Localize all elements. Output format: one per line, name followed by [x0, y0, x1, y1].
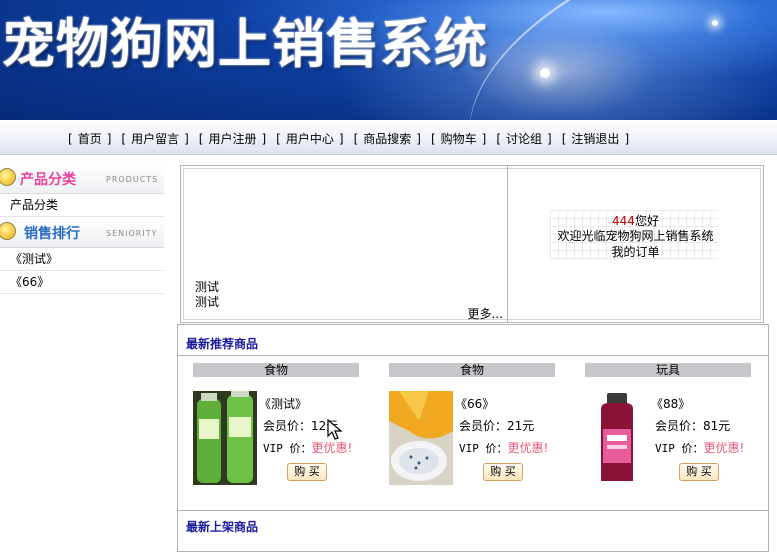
recommended-section: 最新推荐商品 食物 《测试》 会员价：12元 VIP 价：更优惠! 购 买 食物	[177, 324, 769, 512]
banner-sparkle	[712, 20, 718, 26]
product-card: 玩具 《88》 会员价：81元 VIP 价：更优惠! 购 买	[585, 363, 751, 498]
product-card: 食物 《66》 会员价：21元 VIP 价：更优惠! 购 买	[389, 363, 555, 498]
username: 444	[612, 214, 635, 228]
mouse-cursor-icon	[327, 419, 343, 440]
category-icon	[0, 168, 16, 186]
header-banner: 宠物狗网上销售系统	[0, 0, 777, 120]
product-category: 食物	[193, 363, 359, 377]
news-item[interactable]: 测试	[195, 293, 219, 310]
nav-guestbook[interactable]: [用户留言]	[121, 130, 188, 147]
buy-button[interactable]: 购 买	[483, 463, 523, 481]
product-name[interactable]: 《66》	[455, 395, 494, 412]
vip-price: VIP 价：更优惠!	[263, 441, 353, 455]
ranking-subtitle: SENIORITY	[106, 229, 158, 238]
site-title: 宠物狗网上销售系统	[2, 14, 488, 75]
vip-price: VIP 价：更优惠!	[459, 441, 549, 455]
product-image[interactable]	[389, 391, 453, 485]
nav-home[interactable]: [首页]	[68, 130, 111, 147]
banner-sparkle	[540, 68, 550, 78]
member-price: 会员价：21元	[459, 419, 535, 433]
nav-forum[interactable]: [讨论组]	[496, 130, 551, 147]
ranking-header: 销售排行 SENIORITY	[0, 217, 164, 248]
welcome-message: 欢迎光临宠物狗网上销售系统	[557, 229, 714, 243]
product-category: 玩具	[585, 363, 751, 377]
sidebar-item-category[interactable]: 产品分类	[0, 194, 164, 217]
product-category: 食物	[389, 363, 555, 377]
divider	[178, 355, 768, 356]
buy-button[interactable]: 购 买	[287, 463, 327, 481]
news-box: 测试 测试 更多...	[181, 166, 508, 322]
buy-button[interactable]: 购 买	[679, 463, 719, 481]
ranking-icon	[0, 222, 16, 240]
product-image[interactable]	[585, 391, 649, 485]
newest-section: 最新上架商品	[177, 510, 769, 552]
section-title: 最新推荐商品	[186, 337, 259, 351]
main-nav: [首页] [用户留言] [用户注册] [用户中心] [商品搜索] [购物车] […	[0, 120, 777, 155]
product-name[interactable]: 《88》	[651, 395, 690, 412]
category-header: 产品分类 PRODUCTS	[0, 163, 164, 194]
top-panel: 测试 测试 更多... 444您好 欢迎光临宠物狗网上销售系统 我的订单	[180, 165, 764, 323]
ranking-item[interactable]: 《测试》	[0, 248, 164, 271]
welcome-box: 444您好 欢迎光临宠物狗网上销售系统 我的订单	[508, 166, 763, 322]
category-title: 产品分类	[20, 172, 76, 188]
product-name[interactable]: 《测试》	[259, 395, 307, 412]
sidebar: 产品分类 PRODUCTS 产品分类 销售排行 SENIORITY 《测试》 《…	[0, 163, 164, 294]
nav-user-center[interactable]: [用户中心]	[276, 130, 343, 147]
ranking-title: 销售排行	[24, 226, 80, 242]
product-image[interactable]	[193, 391, 257, 485]
nav-register[interactable]: [用户注册]	[199, 130, 266, 147]
section-title: 最新上架商品	[186, 520, 259, 534]
nav-cart[interactable]: [购物车]	[431, 130, 486, 147]
vip-price: VIP 价：更优惠!	[655, 441, 745, 455]
member-price: 会员价：81元	[655, 419, 731, 433]
category-subtitle: PRODUCTS	[106, 175, 159, 184]
nav-logout[interactable]: [注销退出]	[562, 130, 629, 147]
my-orders-link[interactable]: 我的订单	[508, 243, 763, 260]
news-more-link[interactable]: 更多...	[468, 305, 503, 322]
ranking-item[interactable]: 《66》	[0, 271, 164, 294]
nav-product-search[interactable]: [商品搜索]	[354, 130, 421, 147]
